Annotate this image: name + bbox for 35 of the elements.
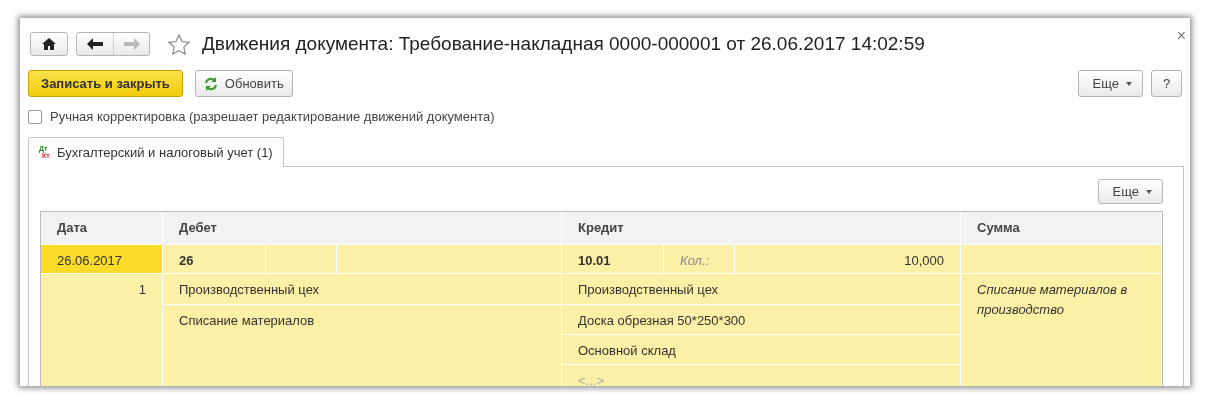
- column-header: Дебет: [163, 212, 561, 244]
- navigation-button-group[interactable]: [76, 32, 150, 56]
- help-button[interactable]: ?: [1151, 70, 1182, 97]
- home-icon: [42, 38, 56, 50]
- caret-icon: [1146, 189, 1152, 194]
- column-header: Сумма: [961, 212, 1161, 244]
- row-number: 1: [41, 274, 162, 386]
- table-cell: Производственный цех: [163, 274, 561, 304]
- column-header: Кредит: [562, 212, 960, 244]
- home-button[interactable]: [30, 32, 68, 56]
- content-cell: Списание материалов в производство: [961, 274, 1161, 386]
- checkbox[interactable]: [28, 109, 42, 124]
- account-cell: 10.01: [562, 245, 663, 273]
- column-header: Дата: [41, 212, 162, 244]
- more-button[interactable]: Еще: [1097, 179, 1163, 204]
- table-cell: Доска обрезная 50*250*300: [562, 305, 960, 334]
- quantity-label: Кол.:: [664, 245, 734, 273]
- table-cell: <...>: [562, 365, 960, 386]
- save-and-close-button[interactable]: Записать и закрыть: [28, 70, 183, 97]
- quantity-cell: 10,000: [735, 245, 960, 273]
- date-cell: 26.06.2017: [41, 245, 162, 273]
- refresh-icon: [203, 76, 218, 91]
- table-cell: Производственный цех: [562, 274, 960, 304]
- caret-icon: [1126, 81, 1132, 86]
- table-cell: Основной склад: [562, 335, 960, 364]
- account-cell: 26: [163, 245, 265, 273]
- more-button[interactable]: Еще: [1077, 70, 1143, 97]
- right-arrow-icon: [123, 38, 140, 50]
- close-button[interactable]: ×: [1176, 24, 1186, 48]
- window-title: Движения документа: Требование-накладная 0000-000001 от 26.06.2017 14:02:59: [202, 31, 925, 56]
- star-icon[interactable]: [168, 33, 190, 55]
- left-arrow-icon: [87, 38, 103, 50]
- table-cell: Списание материалов: [163, 305, 561, 386]
- checkbox-label: Ручная корректировка (разрешает редактирование движений документа): [50, 108, 495, 126]
- refresh-button[interactable]: Обновить: [194, 70, 293, 97]
